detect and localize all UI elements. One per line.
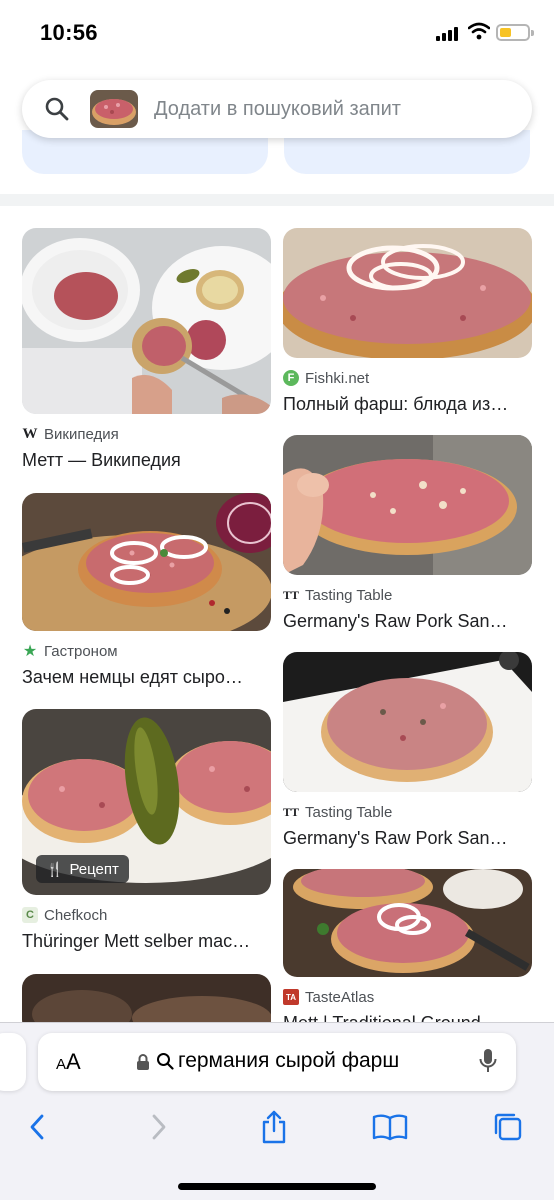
fishki-favicon-icon: F: [283, 370, 299, 386]
microphone-icon[interactable]: [478, 1047, 498, 1075]
result-image[interactable]: [283, 652, 532, 792]
result-title[interactable]: Germany's Raw Pork San…: [283, 828, 532, 849]
result-source-name: Tasting Table: [305, 803, 393, 821]
recipe-badge: 🍴 Рецепт: [36, 855, 129, 883]
status-bar: 10:56: [0, 0, 554, 66]
result-source-name: TasteAtlas: [305, 988, 375, 1006]
tabs-icon: [494, 1113, 522, 1141]
tabs-button[interactable]: [488, 1107, 528, 1147]
status-time: 10:56: [40, 20, 98, 45]
result-image[interactable]: [22, 228, 271, 414]
search-icon: [157, 1053, 174, 1070]
tasting-table-favicon-icon: TT: [283, 804, 300, 819]
result-image[interactable]: [283, 869, 532, 977]
aa-small: A: [56, 1056, 67, 1073]
cutlery-icon: 🍴: [46, 860, 64, 877]
result-card[interactable]: TT Tasting Table Germany's Raw Pork San…: [283, 652, 532, 849]
result-source-name: Chefkoch: [44, 906, 108, 924]
battery-icon: [496, 24, 534, 41]
query-image-thumbnail[interactable]: [90, 90, 138, 128]
result-card[interactable]: ★ Гастроном Зачем немцы едят сыро…: [22, 493, 271, 688]
result-source: TA TasteAtlas: [283, 987, 532, 1007]
result-title[interactable]: Зачем немцы едят сыро…: [22, 667, 271, 688]
result-source: F Fishki.net: [283, 368, 532, 388]
result-card[interactable]: TT Tasting Table Germany's Raw Pork San…: [283, 435, 532, 632]
back-button[interactable]: [18, 1107, 58, 1147]
aa-label: A: [66, 1049, 81, 1074]
chevron-left-icon: [30, 1114, 44, 1140]
cellular-signal-icon: [436, 27, 460, 41]
result-card[interactable]: 🍴 Рецепт C Chefkoch Thüringer Mett selbe…: [22, 709, 271, 952]
result-image[interactable]: [283, 228, 532, 358]
result-source-name: Fishki.net: [305, 369, 370, 387]
bookmarks-button[interactable]: [370, 1107, 410, 1147]
result-source: TT Tasting Table: [283, 802, 532, 822]
result-card[interactable]: TA TasteAtlas Mett | Traditional Ground…: [283, 869, 532, 1034]
result-source: C Chefkoch: [22, 905, 271, 925]
result-image[interactable]: [283, 435, 532, 575]
result-title[interactable]: Germany's Raw Pork San…: [283, 611, 532, 632]
search-query-text[interactable]: германия сырой фарш: [178, 1049, 399, 1073]
result-card[interactable]: W Википедия Метт — Википедия: [22, 228, 271, 471]
result-source: TT Tasting Table: [283, 585, 532, 605]
search-input[interactable]: [154, 95, 514, 123]
lock-icon: [137, 1054, 149, 1070]
chevron-right-icon: [152, 1114, 166, 1140]
reader-settings-button[interactable]: AA: [56, 1049, 81, 1075]
forward-button[interactable]: [138, 1107, 178, 1147]
tasting-table-favicon-icon: TT: [283, 587, 300, 602]
wifi-icon: [468, 22, 490, 40]
home-indicator[interactable]: [178, 1183, 376, 1190]
tasteatlas-favicon-icon: TA: [283, 989, 299, 1005]
result-title[interactable]: Полный фарш: блюда из…: [283, 394, 532, 415]
result-title[interactable]: Метт — Википедия: [22, 450, 271, 471]
wikipedia-favicon-icon: W: [22, 425, 38, 442]
result-card[interactable]: F Fishki.net Полный фарш: блюда из…: [283, 228, 532, 415]
result-source-name: Гастроном: [44, 642, 118, 660]
section-divider: [0, 194, 554, 206]
browser-toolbar: AA германия сырой фарш: [0, 1022, 554, 1200]
recipe-badge-label: Рецепт: [69, 860, 119, 878]
share-button[interactable]: [254, 1107, 294, 1147]
chefkoch-favicon-icon: C: [22, 907, 38, 923]
gastronom-favicon-icon: ★: [22, 643, 38, 660]
result-title[interactable]: Thüringer Mett selber mac…: [22, 931, 271, 952]
previous-tab-preview[interactable]: [0, 1033, 26, 1091]
share-icon: [262, 1110, 286, 1144]
result-source-name: Tasting Table: [305, 586, 393, 604]
result-source-name: Википедия: [44, 425, 119, 443]
search-icon[interactable]: [44, 96, 70, 122]
result-image[interactable]: [22, 493, 271, 631]
image-search-bar[interactable]: [22, 80, 532, 138]
result-source: ★ Гастроном: [22, 641, 271, 661]
result-source: W Википедия: [22, 424, 271, 444]
address-bar[interactable]: AA германия сырой фарш: [38, 1033, 516, 1091]
result-image[interactable]: 🍴 Рецепт: [22, 709, 271, 895]
book-icon: [372, 1114, 408, 1141]
